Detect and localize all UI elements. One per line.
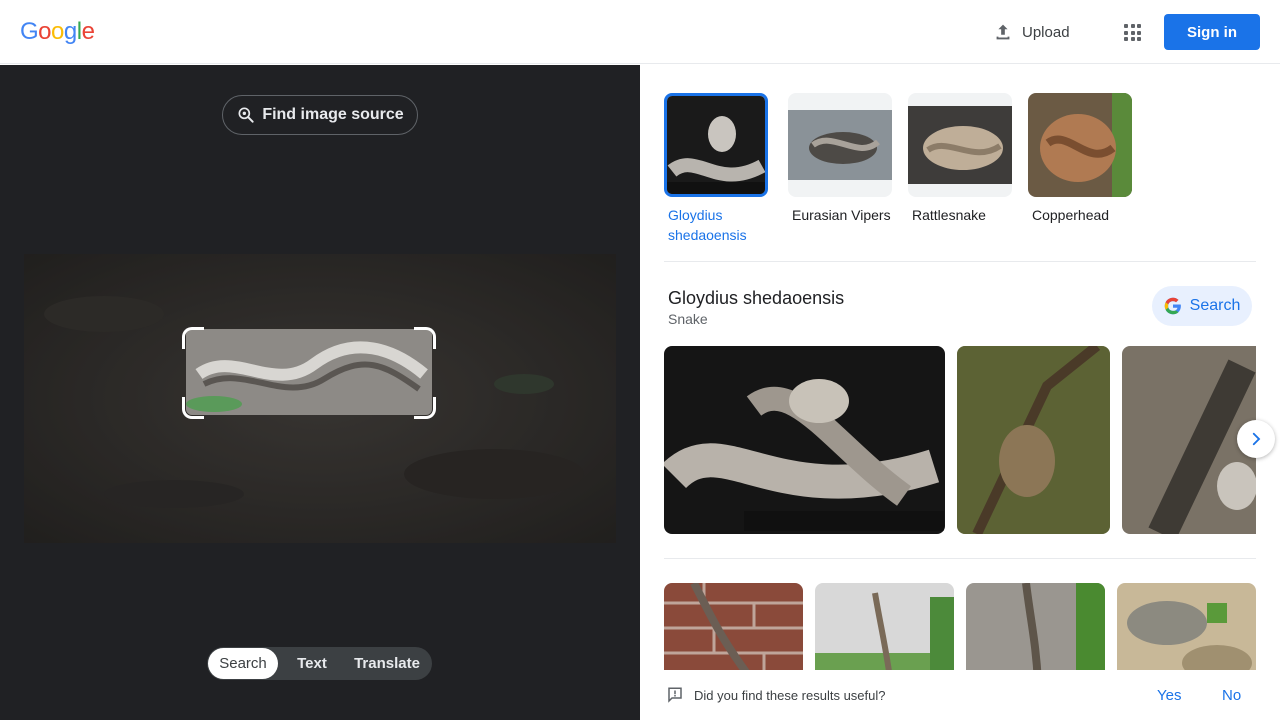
entity-search-button[interactable]: Search <box>1152 286 1252 326</box>
crop-selection-box[interactable] <box>182 327 436 419</box>
chip-copperhead[interactable]: Copperhead <box>1028 93 1132 225</box>
divider <box>664 558 1256 559</box>
next-results-button[interactable] <box>1237 420 1275 458</box>
result-image[interactable] <box>1117 583 1256 683</box>
find-image-source-button[interactable]: Find image source <box>222 95 418 135</box>
result-image[interactable] <box>957 346 1110 534</box>
lens-search-icon <box>238 107 254 123</box>
mode-switcher: Search Text Translate <box>207 647 432 680</box>
result-image[interactable] <box>664 583 803 683</box>
find-image-source-label: Find image source <box>262 106 404 123</box>
chip-thumbnail <box>788 93 892 197</box>
feedback-yes-button[interactable]: Yes <box>1157 687 1181 704</box>
feedback-bar: Did you find these results useful? Yes N… <box>640 670 1280 720</box>
mode-text-tab[interactable]: Text <box>278 648 346 679</box>
mode-search-tab[interactable]: Search <box>208 648 278 679</box>
chip-label: Gloydius shedaoensis <box>668 207 747 243</box>
sign-in-button[interactable]: Sign in <box>1164 14 1260 50</box>
lens-image-pane: Find image source Search Text Translate <box>0 65 640 720</box>
crop-handle-top-right[interactable] <box>414 327 436 349</box>
chip-label: Eurasian Vipers <box>792 207 891 223</box>
mode-translate-tab[interactable]: Translate <box>346 648 428 679</box>
chip-thumbnail <box>1028 93 1132 197</box>
top-bar: Google Upload Sign in <box>0 0 1280 64</box>
crop-handle-bottom-right[interactable] <box>414 397 436 419</box>
chip-rattlesnake[interactable]: Rattlesnake <box>908 93 1012 225</box>
results-pane: Gloydius shedaoensis Eurasian Vipers Rat… <box>640 65 1280 720</box>
google-logo[interactable]: Google <box>20 18 95 46</box>
chevron-right-icon <box>1252 432 1261 446</box>
crop-handle-top-left[interactable] <box>182 327 204 349</box>
upload-label: Upload <box>1022 23 1070 41</box>
entity-search-label: Search <box>1189 297 1241 314</box>
upload-icon <box>996 24 1010 40</box>
result-image[interactable] <box>1122 346 1256 534</box>
result-image[interactable] <box>815 583 954 683</box>
feedback-icon <box>668 687 682 703</box>
google-g-icon <box>1164 297 1181 315</box>
entity-subtitle: Snake <box>668 311 708 327</box>
logo-letter: o <box>51 18 64 45</box>
chip-thumbnail <box>664 93 768 197</box>
chip-gloydius-shedaoensis[interactable]: Gloydius shedaoensis <box>664 93 768 245</box>
logo-letter: o <box>38 18 52 45</box>
chip-label: Copperhead <box>1032 207 1110 223</box>
divider <box>664 261 1256 262</box>
feedback-no-button[interactable]: No <box>1222 687 1241 704</box>
chip-eurasian-vipers[interactable]: Eurasian Vipers <box>788 93 892 225</box>
apps-grid-icon[interactable] <box>1118 18 1146 46</box>
chip-label: Rattlesnake <box>912 207 986 223</box>
logo-letter: e <box>81 18 95 45</box>
logo-letter: g <box>63 18 77 45</box>
upload-button[interactable]: Upload <box>992 18 1070 46</box>
chip-thumbnail <box>908 93 1012 197</box>
result-image[interactable] <box>664 346 945 534</box>
entity-title: Gloydius shedaoensis <box>668 288 845 308</box>
crop-handle-bottom-left[interactable] <box>182 397 204 419</box>
feedback-question: Did you find these results useful? <box>694 688 886 703</box>
logo-letter: G <box>20 18 39 45</box>
result-image[interactable] <box>966 583 1105 683</box>
